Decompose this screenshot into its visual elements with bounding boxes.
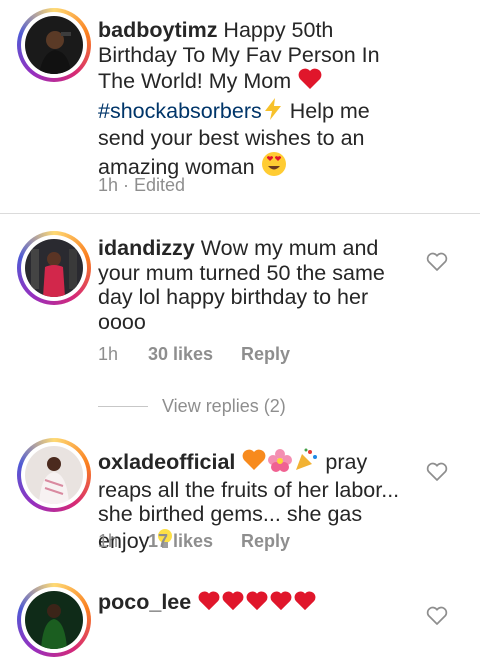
comment-meta: 1h 17 likes Reply	[98, 531, 290, 552]
comment-username[interactable]: poco_lee	[98, 590, 191, 614]
red-heart-icon	[221, 590, 245, 618]
comment-meta: 1h 30 likes Reply	[98, 344, 290, 365]
avatar-poco-lee[interactable]	[17, 583, 91, 657]
caption-username[interactable]: badboytimz	[98, 18, 217, 42]
red-hearts-row	[197, 590, 317, 614]
party-popper-icon	[293, 448, 319, 478]
avatar-idandizzy[interactable]	[17, 231, 91, 305]
caption-time: 1h	[98, 175, 119, 195]
likes-count[interactable]: 30 likes	[148, 344, 213, 365]
reply-button[interactable]: Reply	[241, 344, 290, 365]
comment-time: 1h	[98, 344, 119, 364]
red-heart-icon	[269, 590, 293, 618]
like-heart-icon[interactable]	[426, 252, 448, 272]
likes-count[interactable]: 17 likes	[148, 531, 213, 552]
caption-text: badboytimz Happy 50th Birthday To My Fav…	[98, 18, 418, 183]
comment-username[interactable]: oxladeofficial	[98, 450, 235, 474]
orange-heart-icon	[241, 448, 267, 478]
comment-text: poco_lee	[98, 590, 418, 618]
hashtag-link[interactable]: #shockabsorbers	[98, 99, 262, 123]
avatar-oxladeofficial[interactable]	[17, 438, 91, 512]
comment-username[interactable]: idandizzy	[98, 236, 195, 260]
red-heart-icon	[293, 590, 317, 618]
caption-meta: 1h · Edited	[98, 175, 186, 195]
replies-line	[98, 406, 148, 407]
comment-time: 1h	[98, 531, 119, 551]
red-heart-icon	[297, 67, 323, 97]
caption-divider	[0, 213, 480, 214]
lightning-icon	[262, 97, 284, 127]
post-caption: badboytimz Happy 50th Birthday To My Fav…	[0, 0, 480, 214]
like-heart-icon[interactable]	[426, 606, 448, 626]
avatar-badboytimz[interactable]	[17, 8, 91, 82]
edited-label: Edited	[134, 175, 186, 195]
comment-text: idandizzy Wow my mum and your mum turned…	[98, 236, 385, 334]
flower-icon	[267, 448, 293, 478]
red-heart-icon	[197, 590, 221, 618]
red-heart-icon	[245, 590, 269, 618]
like-heart-icon[interactable]	[426, 462, 448, 482]
heart-eyes-emoji-icon	[261, 151, 287, 183]
reply-button[interactable]: Reply	[241, 531, 290, 552]
